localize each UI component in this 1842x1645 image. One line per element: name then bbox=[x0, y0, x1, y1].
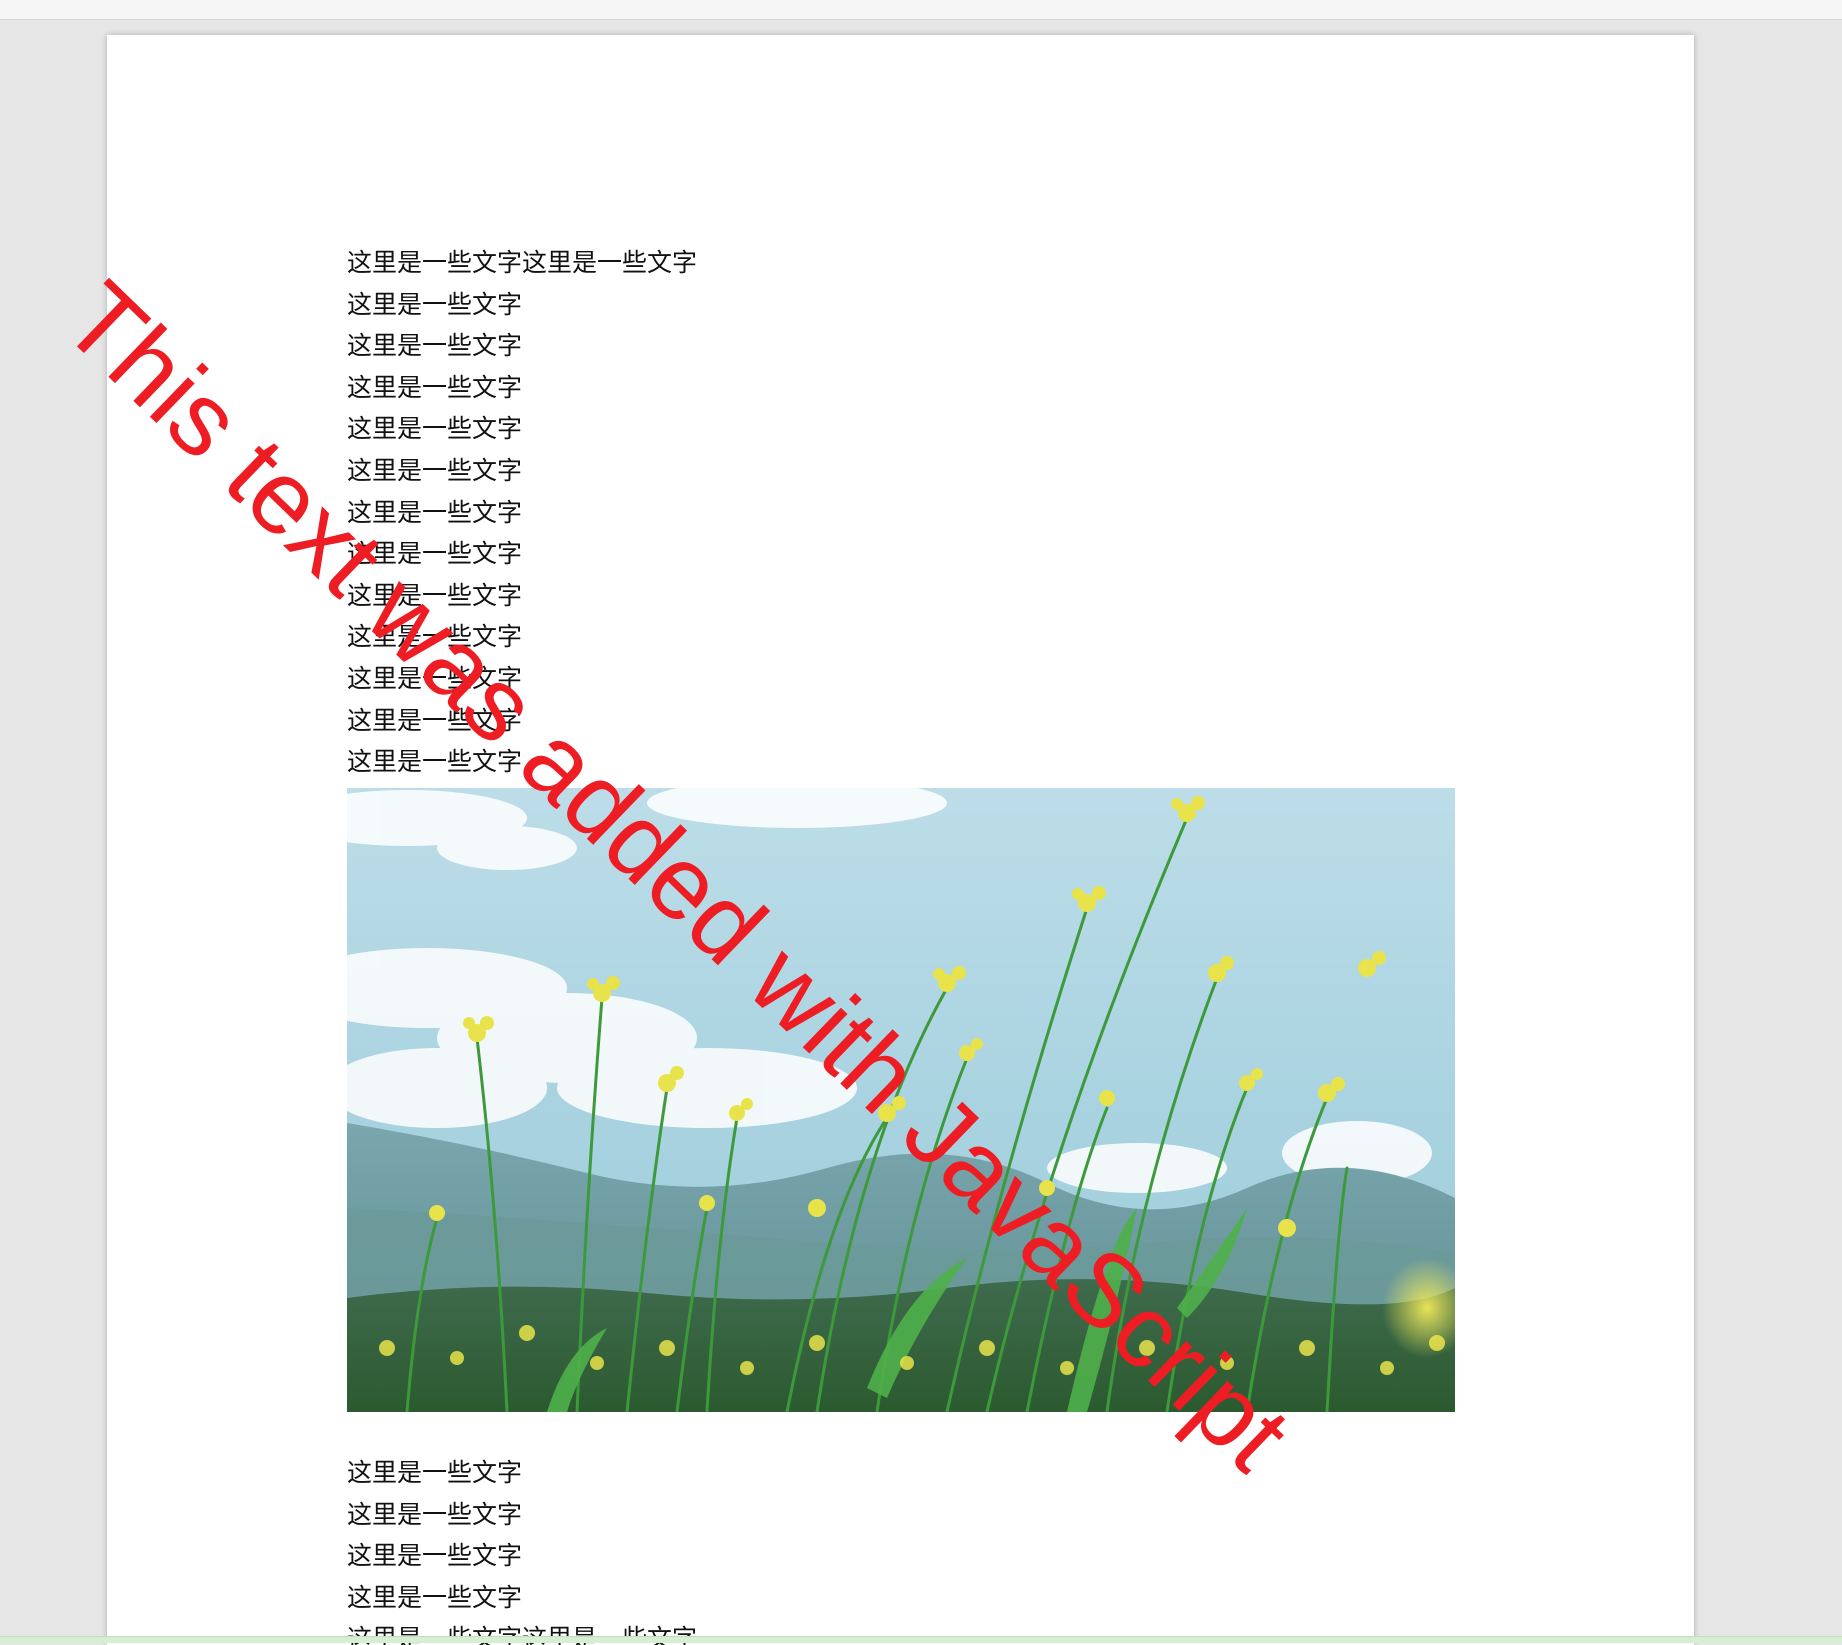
text-line: 这里是一些文字 bbox=[347, 580, 523, 610]
text-line: 这里是一些文字 bbox=[347, 289, 523, 319]
document-page: 这里是一些文字这里是一些文字 这里是一些文字 这里是一些文字 这里是一些文字 这… bbox=[107, 35, 1694, 1645]
text-line: 这里是一些文字 bbox=[347, 539, 523, 569]
text-line: 这里是一些文字 bbox=[347, 455, 523, 485]
text-line: 这里是一些文字 bbox=[347, 747, 523, 777]
text-line: 这里是一些文字 bbox=[347, 663, 523, 693]
text-line: 这里是一些文字 bbox=[347, 1582, 523, 1612]
text-block-top: 这里是一些文字这里是一些文字 这里是一些文字 这里是一些文字 这里是一些文字 这… bbox=[347, 242, 1447, 783]
text-line: 这里是一些文字这里是一些文字 bbox=[347, 248, 698, 277]
text-line: 这里是一些文字 bbox=[347, 622, 523, 652]
text-line: 这里是一些文字 bbox=[347, 331, 523, 361]
viewer-toolbar bbox=[0, 0, 1842, 20]
text-line: 这里是一些文字 bbox=[347, 372, 523, 402]
flower-field-photo bbox=[347, 788, 1455, 1412]
text-line: 这里是一些文字 bbox=[347, 1458, 523, 1487]
text-line: 这里是一些文字 bbox=[347, 414, 523, 444]
text-line: 这里是一些文字 bbox=[347, 1541, 523, 1571]
text-line: 这里是一些文字 bbox=[347, 705, 523, 735]
text-block-bottom: 这里是一些文字 这里是一些文字 这里是一些文字 这里是一些文字 这里是一些文字这… bbox=[347, 1452, 1447, 1645]
text-line: 这里是一些文字 bbox=[347, 497, 523, 527]
text-line: 这里是一些文字 bbox=[347, 1499, 523, 1529]
